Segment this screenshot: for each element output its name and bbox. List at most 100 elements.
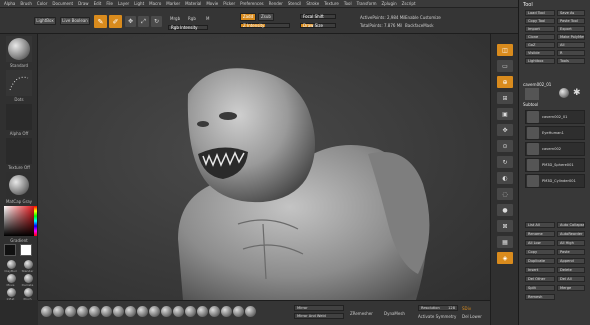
subtool-action-button[interactable]: Paste xyxy=(557,249,585,255)
material-swatch[interactable] xyxy=(24,260,33,269)
main-color-swatch[interactable] xyxy=(20,244,32,256)
menu-item[interactable]: Layer xyxy=(118,1,129,6)
hue-strip[interactable] xyxy=(34,206,37,236)
right-shelf-button[interactable]: ◈ xyxy=(497,252,513,264)
move-mode-button[interactable]: ✥ xyxy=(125,16,136,27)
sphere-tool-icon[interactable] xyxy=(559,88,569,98)
menu-item[interactable]: Stroke xyxy=(306,1,319,6)
right-shelf-button[interactable]: ✥ xyxy=(497,124,513,136)
subtool-action-button[interactable]: All Low xyxy=(525,240,555,246)
tool-palette-button[interactable]: R xyxy=(557,50,585,56)
right-shelf-button[interactable]: ▭ xyxy=(497,60,513,72)
subtool-action-button[interactable]: AutoReorder xyxy=(557,231,585,237)
tool-palette-button[interactable]: Load Tool xyxy=(525,10,555,16)
subtool-action-button[interactable]: Remesh xyxy=(525,294,555,300)
subtool-action-button[interactable]: Del Other xyxy=(525,276,555,282)
mrgb-toggle[interactable]: Mrgb xyxy=(170,16,180,21)
tool-palette-button[interactable]: Save As xyxy=(557,10,585,16)
current-tool-thumb[interactable] xyxy=(525,88,539,100)
menu-item[interactable]: Render xyxy=(269,1,283,6)
resolution-slider[interactable]: Resolution 128 xyxy=(418,305,458,311)
subtool-action-button[interactable]: Rename xyxy=(525,231,555,237)
right-shelf-button[interactable]: ⊞ xyxy=(497,92,513,104)
brush-icon[interactable] xyxy=(245,306,256,317)
menu-item[interactable]: Stencil xyxy=(288,1,302,6)
brush-icon[interactable] xyxy=(233,306,244,317)
dynamesh-button[interactable]: DynaMesh xyxy=(384,311,405,316)
mirror-button[interactable]: Mirror xyxy=(294,305,344,311)
menu-item[interactable]: Movie xyxy=(206,1,218,6)
brush-icon[interactable] xyxy=(77,306,88,317)
activate-symmetry-button[interactable]: Activate Symmetry xyxy=(418,314,456,319)
brush-icon[interactable] xyxy=(65,306,76,317)
secondary-color-swatch[interactable] xyxy=(4,244,16,256)
live-boolean-button[interactable]: Live Boolean xyxy=(60,17,90,25)
del-lower-button[interactable]: Del Lower xyxy=(462,314,482,319)
zadd-button[interactable]: Zadd xyxy=(240,13,256,21)
brush-icon[interactable] xyxy=(41,306,52,317)
brush-icon[interactable] xyxy=(137,306,148,317)
brush-icon[interactable] xyxy=(149,306,160,317)
subtool-action-button[interactable]: All High xyxy=(557,240,585,246)
menu-item[interactable]: Transform xyxy=(357,1,377,6)
z-intensity-slider[interactable]: Z Intensity xyxy=(240,23,290,28)
brush-icon[interactable] xyxy=(173,306,184,317)
subtool-action-button[interactable]: Auto Collapse xyxy=(557,222,585,228)
menu-item[interactable]: Zscript xyxy=(402,1,416,6)
brush-icon[interactable] xyxy=(161,306,172,317)
tool-palette-button[interactable]: Paste Tool xyxy=(557,18,585,24)
brush-icon[interactable] xyxy=(221,306,232,317)
right-shelf-button[interactable]: ◌ xyxy=(497,188,513,200)
brush-selector[interactable] xyxy=(6,36,32,62)
subtool-action-button[interactable]: Delete xyxy=(557,267,585,273)
brush-icon[interactable] xyxy=(197,306,208,317)
subtool-row[interactable]: cavern002_01 xyxy=(525,110,585,124)
draw-size-slider[interactable]: Draw Size xyxy=(300,23,336,28)
brush-icon[interactable] xyxy=(209,306,220,317)
subtool-action-button[interactable]: List All xyxy=(525,222,555,228)
menu-item[interactable]: Preferences xyxy=(240,1,264,6)
tool-palette-button[interactable]: All xyxy=(557,42,585,48)
rotate-mode-button[interactable]: ↻ xyxy=(151,16,162,27)
menu-item[interactable]: File xyxy=(106,1,113,6)
brush-icon[interactable] xyxy=(185,306,196,317)
draw-mode-button[interactable]: ✐ xyxy=(109,15,122,28)
tool-palette-button[interactable]: GoZ xyxy=(525,42,555,48)
material-swatch[interactable] xyxy=(24,274,33,283)
tool-palette-button[interactable]: Import xyxy=(525,26,555,32)
tool-palette-button[interactable]: Lightbox xyxy=(525,58,555,64)
material-swatch[interactable] xyxy=(7,260,16,269)
alpha-selector[interactable] xyxy=(6,104,32,130)
edit-mode-button[interactable]: ✎ xyxy=(94,15,107,28)
menu-item[interactable]: Texture xyxy=(324,1,339,6)
lightbox-button[interactable]: LightBox xyxy=(34,17,56,25)
subtool-action-button[interactable]: Split xyxy=(525,285,555,291)
right-shelf-button[interactable]: ◐ xyxy=(497,172,513,184)
right-shelf-button[interactable]: ▦ xyxy=(497,236,513,248)
stroke-selector[interactable] xyxy=(6,70,32,96)
brush-icon[interactable] xyxy=(101,306,112,317)
subtool-action-button[interactable]: Merge xyxy=(557,285,585,291)
star-tool-icon[interactable]: ✱ xyxy=(573,88,583,98)
material-swatch[interactable] xyxy=(24,288,33,297)
material-swatch[interactable] xyxy=(7,288,16,297)
menu-item[interactable]: Alpha xyxy=(4,1,15,6)
enable-customize-button[interactable]: Enable Customize xyxy=(405,15,441,20)
menu-item[interactable]: Zplugin xyxy=(382,1,397,6)
mirror-and-weld-button[interactable]: Mirror And Weld xyxy=(294,313,344,319)
sdiv-slider[interactable]: SDiv xyxy=(462,306,471,311)
menu-item[interactable]: Picker xyxy=(223,1,235,6)
zsub-button[interactable]: Zsub xyxy=(258,13,274,21)
tool-palette-button[interactable]: Clone xyxy=(525,34,555,40)
scale-mode-button[interactable]: ⤢ xyxy=(138,16,149,27)
subtool-action-button[interactable]: Duplicate xyxy=(525,258,555,264)
menu-item[interactable]: Material xyxy=(185,1,201,6)
canvas-viewport[interactable] xyxy=(38,34,490,300)
right-shelf-button[interactable]: ⊠ xyxy=(497,220,513,232)
material-swatch[interactable] xyxy=(7,274,16,283)
tool-palette-button[interactable]: Export xyxy=(557,26,585,32)
m-toggle[interactable]: M xyxy=(206,16,209,21)
rgb-toggle[interactable]: Rgb xyxy=(188,16,196,21)
right-shelf-button[interactable]: ⊕ xyxy=(497,76,513,88)
brush-icon[interactable] xyxy=(125,306,136,317)
